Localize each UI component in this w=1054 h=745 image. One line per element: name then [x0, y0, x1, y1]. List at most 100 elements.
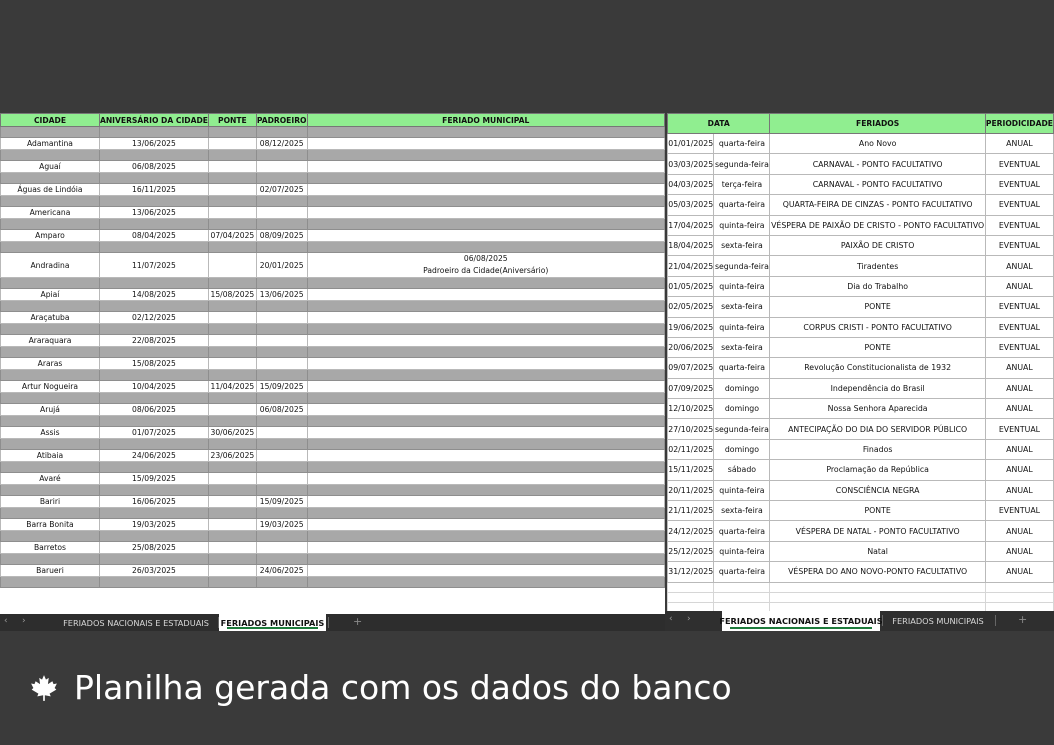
empty-cell[interactable]	[207, 576, 257, 588]
cell-dia-semana[interactable]: domingo	[713, 398, 771, 420]
cell-data[interactable]: 05/03/2025	[667, 194, 715, 216]
cell-dia-semana[interactable]: sábado	[713, 459, 771, 481]
cell-feriado[interactable]: CONSCIÊNCIA NEGRA	[769, 479, 986, 502]
empty-cell[interactable]	[207, 277, 257, 289]
empty-cell[interactable]	[306, 576, 665, 588]
cell-feriado-municipal[interactable]	[306, 426, 665, 439]
cell-ponte[interactable]	[207, 160, 257, 173]
cell-aniversario[interactable]: 13/06/2025	[98, 137, 209, 150]
cell-feriado-municipal[interactable]	[306, 311, 665, 324]
add-sheet-button[interactable]: +	[353, 615, 362, 628]
empty-cell[interactable]	[98, 392, 209, 404]
cell-aniversario[interactable]: 08/06/2025	[98, 403, 209, 416]
empty-cell[interactable]	[0, 149, 100, 161]
cell-padroeiro[interactable]	[255, 334, 308, 347]
cell-padroeiro[interactable]	[255, 541, 308, 554]
cell-aniversario[interactable]: 24/06/2025	[98, 449, 209, 462]
cell-ponte[interactable]	[207, 252, 257, 278]
empty-cell[interactable]	[306, 218, 665, 230]
empty-cell[interactable]	[98, 300, 209, 312]
tab-feriados-municipais[interactable]: FERIADOS MUNICIPAIS	[883, 611, 993, 631]
cell-padroeiro[interactable]: 20/01/2025	[255, 252, 308, 278]
cell-periodicidade[interactable]: EVENTUAL	[984, 500, 1054, 522]
cell-periodicidade[interactable]: EVENTUAL	[984, 234, 1054, 257]
add-sheet-button[interactable]: +	[1018, 613, 1027, 626]
cell-feriado[interactable]: Proclamação da República	[769, 459, 986, 481]
empty-cell[interactable]	[667, 581, 715, 593]
empty-cell[interactable]	[207, 195, 257, 207]
cell-ponte[interactable]	[207, 357, 257, 370]
empty-cell[interactable]	[207, 392, 257, 404]
cell-cidade[interactable]: Barueri	[0, 564, 100, 577]
column-header-cidade[interactable]: CIDADE	[0, 113, 100, 127]
cell-periodicidade[interactable]: EVENTUAL	[984, 296, 1054, 318]
empty-cell[interactable]	[306, 369, 665, 381]
empty-cell[interactable]	[306, 323, 665, 335]
empty-cell[interactable]	[0, 415, 100, 427]
cell-data[interactable]: 02/05/2025	[667, 296, 715, 318]
empty-cell[interactable]	[306, 392, 665, 404]
cell-dia-semana[interactable]: sexta-feira	[713, 234, 771, 257]
cell-aniversario[interactable]: 06/08/2025	[98, 160, 209, 173]
cell-feriado[interactable]: Finados	[769, 438, 986, 461]
empty-cell[interactable]	[255, 484, 308, 496]
empty-cell[interactable]	[306, 126, 665, 138]
empty-cell[interactable]	[98, 277, 209, 289]
cell-data[interactable]: 20/06/2025	[667, 336, 715, 359]
cell-padroeiro[interactable]: 06/08/2025	[255, 403, 308, 416]
empty-cell[interactable]	[306, 507, 665, 519]
cell-dia-semana[interactable]: sexta-feira	[713, 500, 771, 522]
cell-dia-semana[interactable]: sexta-feira	[713, 296, 771, 318]
empty-cell[interactable]	[98, 461, 209, 473]
scroll-tabs-next-icon[interactable]: ›	[22, 616, 26, 626]
empty-cell[interactable]	[255, 369, 308, 381]
cell-feriado-municipal[interactable]	[306, 160, 665, 173]
cell-ponte[interactable]	[207, 495, 257, 508]
cell-data[interactable]: 18/04/2025	[667, 234, 715, 257]
cell-cidade[interactable]: Barra Bonita	[0, 518, 100, 531]
cell-cidade[interactable]: Artur Nogueira	[0, 380, 100, 393]
cell-cidade[interactable]: Amparo	[0, 229, 100, 242]
cell-padroeiro[interactable]	[255, 160, 308, 173]
column-header-ponte[interactable]: PONTE	[207, 113, 257, 127]
cell-aniversario[interactable]: 25/08/2025	[98, 541, 209, 554]
cell-ponte[interactable]	[207, 137, 257, 150]
empty-cell[interactable]	[984, 581, 1054, 593]
cell-data[interactable]: 01/01/2025	[667, 132, 715, 155]
cell-feriado[interactable]: PAIXÃO DE CRISTO	[769, 234, 986, 257]
empty-cell[interactable]	[306, 438, 665, 450]
cell-feriado[interactable]: PONTE	[769, 336, 986, 359]
cell-aniversario[interactable]: 11/07/2025	[98, 252, 209, 278]
cell-data[interactable]: 21/11/2025	[667, 500, 715, 522]
empty-cell[interactable]	[255, 576, 308, 588]
cell-dia-semana[interactable]: quarta-feira	[713, 194, 771, 216]
cell-ponte[interactable]: 23/06/2025	[207, 449, 257, 462]
cell-padroeiro[interactable]: 24/06/2025	[255, 564, 308, 577]
cell-periodicidade[interactable]: ANUAL	[984, 540, 1054, 563]
tab-feriados-nacionais-e-estaduais[interactable]: FERIADOS NACIONAIS E ESTADUAIS	[55, 614, 217, 631]
cell-feriado-municipal[interactable]	[306, 449, 665, 462]
cell-aniversario[interactable]: 15/08/2025	[98, 357, 209, 370]
cell-cidade[interactable]: Andradina	[0, 252, 100, 278]
empty-cell[interactable]	[98, 323, 209, 335]
empty-cell[interactable]	[0, 323, 100, 335]
cell-feriado-municipal[interactable]	[306, 495, 665, 508]
empty-cell[interactable]	[207, 126, 257, 138]
cell-ponte[interactable]	[207, 311, 257, 324]
cell-periodicidade[interactable]: ANUAL	[984, 520, 1054, 542]
cell-cidade[interactable]: Atibaia	[0, 449, 100, 462]
cell-feriado-municipal[interactable]: 06/08/2025 Padroeiro da Cidade(Aniversári…	[306, 252, 665, 278]
cell-data[interactable]: 03/03/2025	[667, 153, 715, 175]
empty-cell[interactable]	[255, 300, 308, 312]
cell-periodicidade[interactable]: ANUAL	[984, 438, 1054, 461]
column-header-data[interactable]: DATA	[667, 113, 771, 134]
tab-feriados-municipais[interactable]: FERIADOS MUNICIPAIS	[219, 614, 326, 631]
empty-cell[interactable]	[98, 484, 209, 496]
cell-aniversario[interactable]: 10/04/2025	[98, 380, 209, 393]
cell-feriado-municipal[interactable]	[306, 518, 665, 531]
cell-feriado-municipal[interactable]	[306, 564, 665, 577]
empty-cell[interactable]	[207, 507, 257, 519]
cell-ponte[interactable]	[207, 403, 257, 416]
cell-cidade[interactable]: Araçatuba	[0, 311, 100, 324]
empty-cell[interactable]	[0, 126, 100, 138]
